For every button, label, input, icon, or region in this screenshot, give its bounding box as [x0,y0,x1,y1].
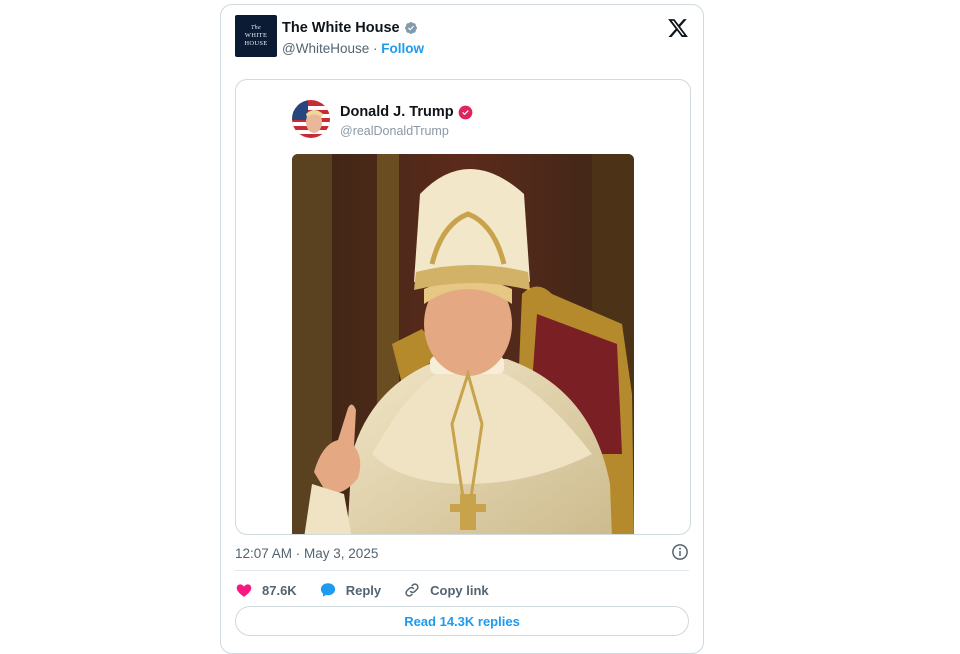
verified-pink-badge-icon [458,105,472,119]
verified-gray-badge-icon [404,22,417,34]
action-bar: 87.6K Reply Copy link [235,581,511,599]
logo-text-white: WHITE [244,32,268,39]
x-logo-icon[interactable] [667,17,689,39]
quoted-author-name-row[interactable]: Donald J. Trump [340,104,473,120]
copy-link-button[interactable]: Copy link [403,581,489,599]
reply-button[interactable]: Reply [319,581,381,599]
quoted-author-handle[interactable]: @realDonaldTrump [340,124,449,138]
post-timestamp[interactable]: 12:07 AM · May 3, 2025 [235,546,378,561]
reply-bubble-icon [320,583,335,597]
author-name[interactable]: The White House [282,20,400,36]
trump-avatar[interactable] [292,100,330,138]
heart-icon [236,584,252,597]
quoted-author-name[interactable]: Donald J. Trump [340,104,454,120]
author-handle[interactable]: @WhiteHouse [282,41,369,56]
embedded-tweet-card: The WHITE HOUSE The White House @WhiteHo… [220,4,704,654]
link-icon [405,583,419,597]
logo-text-house: HOUSE [244,40,268,47]
quoted-post[interactable]: Donald J. Trump @realDonaldTrump [235,79,691,535]
follow-link[interactable]: Follow [381,41,424,56]
divider [235,570,689,571]
pope-portrait-image[interactable] [292,154,634,535]
white-house-avatar[interactable]: The WHITE HOUSE [235,15,277,57]
info-icon[interactable] [671,543,689,561]
author-subline: @WhiteHouse · Follow [282,41,424,56]
read-replies-button[interactable]: Read 14.3K replies [235,606,689,636]
like-button[interactable]: 87.6K [235,581,297,599]
copy-link-label: Copy link [430,582,489,598]
separator-dot: · [373,41,378,56]
author-name-row[interactable]: The White House [282,20,418,36]
reply-label: Reply [345,582,382,598]
logo-text-the: The [251,25,261,31]
like-count: 87.6K [262,582,297,598]
